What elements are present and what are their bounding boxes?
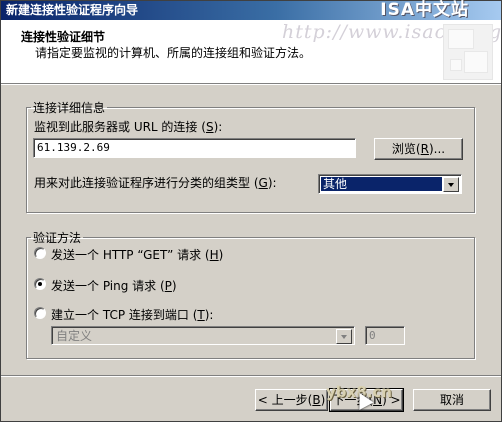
page-description: 请指定要监视的计算机、所属的连接组和验证方法。 [35,46,312,60]
group-type-label: 用来对此连接验证程序进行分类的组类型 (G): [34,176,277,190]
page-title: 连接性验证细节 [21,30,106,44]
header-divider [1,84,501,85]
back-button[interactable]: < 上一步(B) [255,389,328,411]
http-get-label[interactable]: 发送一个 HTTP “GET” 请求 (H) [51,246,223,263]
port-type-select[interactable]: 自定义 [51,326,355,345]
port-input[interactable]: 0 [365,326,405,345]
group-type-value: 其他 [321,177,442,191]
browse-button[interactable]: 浏览(R)... [374,138,463,160]
tcp-port-label[interactable]: 建立一个 TCP 连接到端口 (T): [51,306,213,323]
server-label: 监视到此服务器或 URL 的连接 (S): [34,120,223,134]
dropdown-arrow-icon[interactable] [443,177,459,192]
cancel-button[interactable]: 取消 [413,389,491,411]
server-input[interactable]: 61.139.2.69 [33,138,356,158]
watermark-isa: ISA中文站 [380,0,469,20]
footer-divider [1,375,501,377]
radio-http-get[interactable] [34,247,46,259]
connection-details-legend: 连接详细信息 [33,101,106,115]
dropdown-arrow-icon[interactable] [336,329,352,344]
wizard-window: 新建连接性验证程序向导 ISA中文站 连接性验证细节 请指定要监视的计算机、所属… [0,0,502,422]
radio-tcp-port[interactable] [34,307,46,319]
ping-label[interactable]: 发送一个 Ping 请求 (P) [51,277,177,294]
title-bar[interactable]: 新建连接性验证程序向导 ISA中文站 [1,1,501,20]
radio-ping[interactable] [34,278,46,290]
group-type-select[interactable]: 其他 [318,174,462,194]
wizard-header: 连接性验证细节 请指定要监视的计算机、所属的连接组和验证方法。 http://w… [1,20,501,84]
port-type-value: 自定义 [56,329,93,343]
verification-method-legend: 验证方法 [33,231,82,245]
window-title: 新建连接性验证程序向导 [6,3,139,17]
wizard-icon [443,24,493,80]
